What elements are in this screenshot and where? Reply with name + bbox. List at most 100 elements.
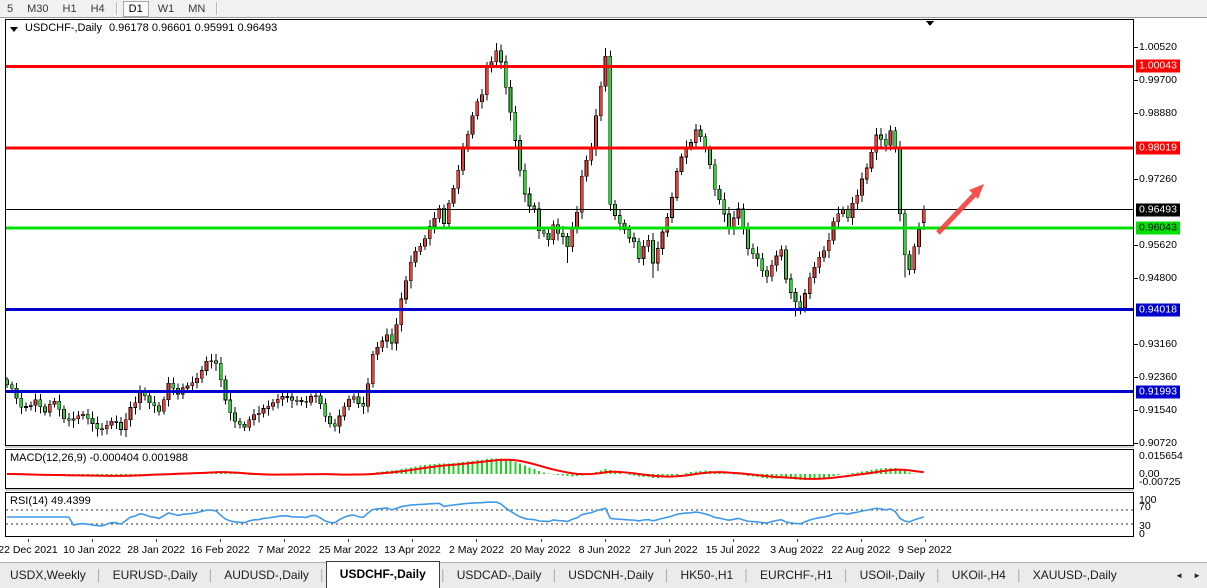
candle-body: [29, 405, 32, 406]
candle-body: [500, 51, 503, 62]
candle-body: [913, 247, 916, 270]
candle-body: [134, 403, 137, 408]
chart-tab-hk50-h1[interactable]: HK50-,H1: [670, 564, 743, 588]
chart-tab-xauusd-daily[interactable]: XAUUSD-,Daily: [1023, 564, 1127, 588]
price-axis-tick: [1134, 377, 1138, 378]
date-axis-label: 2 May 2022: [449, 544, 504, 556]
macd-panel[interactable]: MACD(12,26,9) -0.000404 0.001988: [5, 449, 1134, 489]
candlestick-canvas[interactable]: [6, 20, 1133, 445]
candle-body: [690, 143, 693, 147]
price-axis-tick: [1134, 410, 1138, 411]
candle-body: [865, 168, 868, 179]
date-axis-tick: [348, 539, 349, 542]
candle-body: [647, 240, 650, 246]
candle-body: [148, 396, 151, 403]
candle-body: [286, 397, 289, 398]
candle-body: [723, 200, 726, 214]
tab-separator: │: [207, 570, 214, 588]
rsi-axis-label: 70: [1139, 501, 1151, 513]
date-axis-tick: [605, 539, 606, 542]
candle-body: [637, 242, 640, 259]
rsi-panel[interactable]: RSI(14) 49.4399: [5, 492, 1134, 537]
candle-body: [96, 424, 99, 429]
candle-body: [281, 397, 284, 400]
rsi-canvas[interactable]: [6, 493, 1133, 536]
candle-body: [210, 361, 213, 362]
candle-body: [509, 87, 512, 112]
price-chart-panel[interactable]: USDCHF-,Daily 0.96178 0.96601 0.95991 0.…: [5, 19, 1134, 446]
candle-body: [63, 409, 66, 418]
timeframe-button-h1[interactable]: H1: [58, 2, 82, 16]
chart-tab-usdx-weekly[interactable]: USDX,Weekly: [0, 564, 96, 588]
timeframe-button-h4[interactable]: H4: [86, 2, 110, 16]
candle-body: [590, 148, 593, 160]
panel-splitter[interactable]: [5, 446, 1134, 448]
symbol-dropdown-icon[interactable]: [10, 27, 18, 32]
chart-tab-usdchf-daily[interactable]: USDCHF-,Daily: [326, 561, 440, 588]
candle-body: [6, 380, 9, 385]
timeframe-button-mn[interactable]: MN: [183, 2, 210, 16]
candle-body: [276, 399, 279, 403]
panel-splitter[interactable]: [5, 489, 1134, 491]
candle-body: [82, 414, 85, 415]
macd-axis-label: -0.00725: [1139, 476, 1180, 488]
chart-tab-usdcnh-daily[interactable]: USDCNH-,Daily: [558, 564, 663, 588]
date-axis-label: 15 Jul 2022: [706, 544, 760, 556]
chart-tab-eurusd-daily[interactable]: EURUSD-,Daily: [103, 564, 208, 588]
price-axis-tick: [1134, 179, 1138, 180]
candle-body: [918, 229, 921, 246]
chart-tab-ukoil-h4[interactable]: UKOil-,H4: [942, 564, 1016, 588]
candle-body: [618, 215, 621, 223]
toolbar-separator: [116, 2, 117, 15]
date-axis-label: 16 Feb 2022: [191, 544, 250, 556]
chart-tab-eurchf-h1[interactable]: EURCHF-,H1: [750, 564, 843, 588]
candle-body: [576, 212, 579, 227]
chart-shift-marker[interactable]: [926, 21, 934, 26]
candle-body: [386, 335, 389, 341]
candle-body: [457, 170, 460, 188]
candle-body: [804, 293, 807, 307]
tab-scroll-right-icon[interactable]: ►: [1193, 571, 1201, 580]
candle-body: [542, 231, 545, 233]
trend-arrow-annotation[interactable]: [938, 184, 984, 233]
candle-body: [732, 218, 735, 227]
tab-separator: │: [1016, 570, 1023, 588]
timeframe-button-5[interactable]: 5: [2, 2, 18, 16]
chart-tab-usoil-daily[interactable]: USOil-,Daily: [850, 564, 935, 588]
tab-scroll-left-icon[interactable]: ◄: [1175, 571, 1183, 580]
candle-body: [191, 383, 194, 386]
candle-body: [884, 139, 887, 145]
candle-body: [414, 251, 417, 262]
tab-scroll-controls: ◄►: [1175, 571, 1201, 580]
candle-body: [86, 414, 89, 418]
timeframe-button-d1[interactable]: D1: [123, 1, 149, 17]
candle-body: [675, 171, 678, 197]
timeframe-toolbar: 5 M30 H1 H4 D1 W1MN: [0, 0, 1207, 18]
candle-body: [291, 397, 294, 400]
price-axis-tick: [1134, 278, 1138, 279]
candle-body: [780, 250, 783, 256]
candle-body: [409, 262, 412, 280]
candle-body: [310, 396, 313, 402]
candle-body: [15, 388, 18, 398]
candle-body: [400, 299, 403, 325]
candle-body: [72, 419, 75, 421]
candle-body: [533, 206, 536, 209]
candle-body: [205, 361, 208, 370]
candle-body: [329, 416, 332, 423]
timeframe-button-m30[interactable]: M30: [22, 2, 53, 16]
date-axis-tick: [156, 539, 157, 542]
timeframe-button-w1[interactable]: W1: [153, 2, 180, 16]
price-axis-label: 0.94800: [1139, 272, 1177, 284]
candle-body: [699, 130, 702, 137]
chart-tab-audusd-daily[interactable]: AUDUSD-,Daily: [214, 564, 319, 588]
candle-body: [243, 424, 246, 427]
candle-body: [224, 380, 227, 400]
candle-body: [196, 378, 199, 383]
candle-body: [818, 257, 821, 267]
candle-body: [234, 413, 237, 422]
candle-body: [101, 429, 104, 430]
date-axis-tick: [412, 539, 413, 542]
candle-body: [761, 259, 764, 271]
chart-tab-usdcad-daily[interactable]: USDCAD-,Daily: [447, 564, 552, 588]
